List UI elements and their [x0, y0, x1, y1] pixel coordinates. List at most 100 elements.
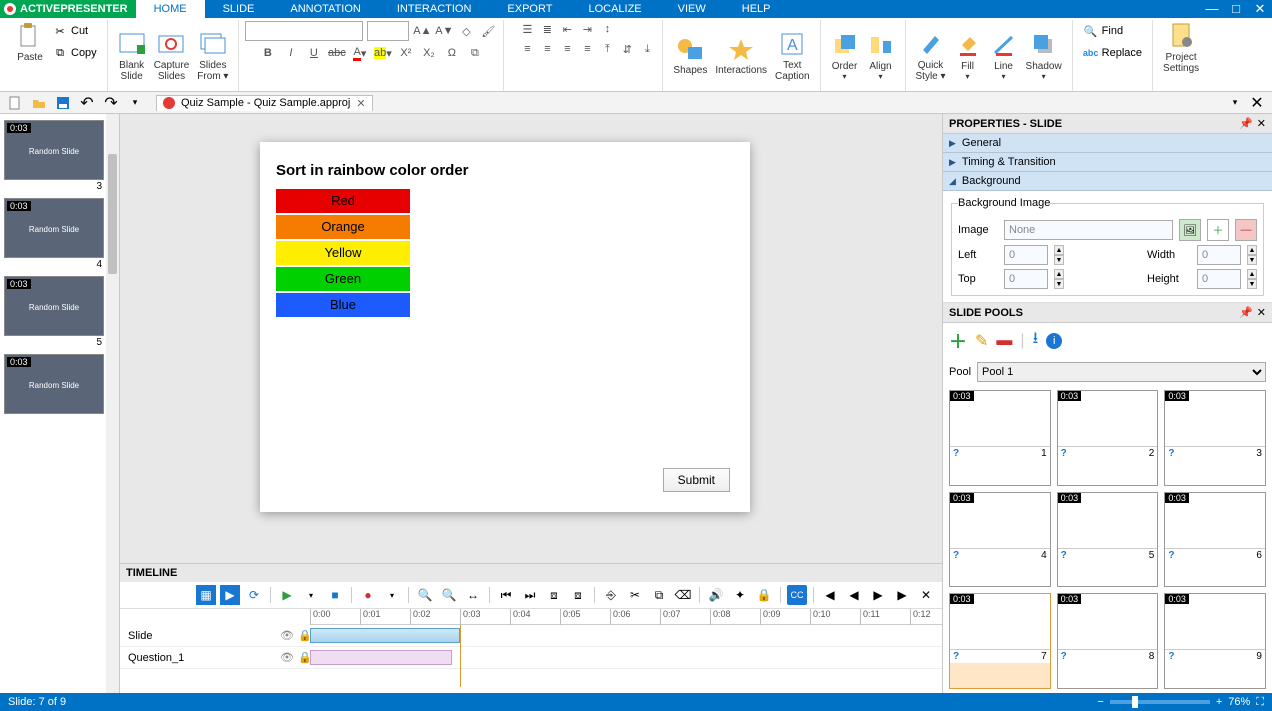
zoom-slider[interactable] — [1110, 700, 1210, 704]
section-background[interactable]: ◢Background — [943, 172, 1272, 191]
maximize-icon[interactable]: □ — [1224, 1, 1248, 17]
tl-next-icon[interactable]: ⏭ — [520, 585, 540, 605]
menu-tab-interaction[interactable]: INTERACTION — [379, 0, 490, 18]
close-icon[interactable]: ✕ — [1248, 1, 1272, 17]
slide-thumbnail[interactable]: 0:03Random Slide3 — [4, 120, 104, 192]
align-center-button[interactable]: ≡ — [538, 40, 556, 58]
left-spinner[interactable]: ▲▼ — [1054, 245, 1064, 265]
strike-button[interactable]: abc — [327, 44, 347, 62]
highlight-button[interactable]: ab▾ — [373, 44, 393, 62]
left-input[interactable] — [1004, 245, 1048, 265]
tl-last-icon[interactable]: ▶ — [892, 585, 912, 605]
slides-scrollbar[interactable] — [106, 114, 119, 693]
format-painter-icon[interactable]: 🖌 — [479, 22, 497, 40]
top-spinner[interactable]: ▲▼ — [1054, 269, 1064, 289]
qat-dropdown-icon[interactable]: ▾ — [126, 94, 144, 112]
tl-vol-icon[interactable]: 🔊 — [706, 585, 726, 605]
align-right-button[interactable]: ≡ — [558, 40, 576, 58]
tl-lock-icon[interactable]: 🔒 — [754, 585, 774, 605]
pool-edit-icon[interactable]: ✎ — [975, 331, 988, 351]
slide-thumbnail[interactable]: 0:03Random Slide — [4, 354, 104, 415]
tl-cc-icon[interactable]: CC — [787, 585, 807, 605]
paste-button[interactable]: Paste — [12, 20, 48, 65]
slide-thumbnail[interactable]: 0:03Random Slide4 — [4, 198, 104, 270]
pool-slide-thumbnail[interactable]: 0:03?5 — [1057, 492, 1159, 588]
doc-tab-close-icon[interactable]: ✕ — [356, 97, 365, 110]
zoom-in-button[interactable]: + — [1216, 696, 1222, 708]
slide-thumbnail[interactable]: 0:03Random Slide5 — [4, 276, 104, 348]
tl-record-dd-icon[interactable]: ▾ — [382, 585, 402, 605]
pool-slide-thumbnail[interactable]: 0:03?4 — [949, 492, 1051, 588]
tl-first-icon[interactable]: ◀ — [820, 585, 840, 605]
zoom-fit-icon[interactable]: ⛶ — [1256, 696, 1264, 709]
tl-marker2-icon[interactable]: ⧈ — [568, 585, 588, 605]
width-input[interactable] — [1197, 245, 1241, 265]
align-left-button[interactable]: ≡ — [518, 40, 536, 58]
tl-view2-icon[interactable]: ▶ — [220, 585, 240, 605]
properties-pin-icon[interactable]: 📌 — [1239, 117, 1253, 130]
shapes-button[interactable]: Shapes — [669, 33, 711, 78]
pool-slide-thumbnail[interactable]: 0:03?7 — [949, 593, 1051, 689]
order-button[interactable]: Order▾ — [827, 29, 863, 83]
redo-icon[interactable]: ↷ — [102, 94, 120, 112]
copy-button[interactable]: ⧉Copy — [48, 42, 101, 64]
tl-cut-icon[interactable]: ✂ — [625, 585, 645, 605]
pool-slide-thumbnail[interactable]: 0:03?1 — [949, 390, 1051, 486]
bullets-button[interactable]: ☰ — [518, 20, 536, 38]
sortable-item[interactable]: Orange — [276, 215, 410, 239]
quick-style-button[interactable]: Quick Style ▾ — [912, 28, 950, 84]
panel-close-icon[interactable]: ✕ — [1248, 94, 1266, 112]
pool-delete-icon[interactable]: ▬ — [996, 332, 1012, 350]
panel-collapse-icon[interactable]: ▾ — [1226, 94, 1244, 112]
pool-slide-thumbnail[interactable]: 0:03?6 — [1164, 492, 1266, 588]
superscript-button[interactable]: X² — [396, 44, 416, 62]
menu-tab-export[interactable]: EXPORT — [489, 0, 570, 18]
height-spinner[interactable]: ▲▼ — [1247, 269, 1257, 289]
justify-button[interactable]: ≡ — [578, 40, 596, 58]
bold-button[interactable]: B — [258, 44, 278, 62]
properties-close-icon[interactable]: ✕ — [1257, 117, 1266, 130]
sortable-item[interactable]: Green — [276, 267, 410, 291]
cut-button[interactable]: ✂Cut — [48, 20, 101, 42]
submit-button[interactable]: Submit — [663, 468, 730, 492]
pool-slide-thumbnail[interactable]: 0:03?3 — [1164, 390, 1266, 486]
symbol-button[interactable]: Ω — [442, 44, 462, 62]
line-button[interactable]: Line▾ — [986, 29, 1022, 83]
add-image-button[interactable]: ＋ — [1207, 219, 1229, 241]
menu-tab-localize[interactable]: LOCALIZE — [570, 0, 659, 18]
timeline-row-slide[interactable]: Slide 👁🔒 — [120, 625, 942, 647]
document-tab[interactable]: Quiz Sample - Quiz Sample.approj ✕ — [156, 95, 373, 111]
timeline-row-question[interactable]: Question_1 👁🔒 — [120, 647, 942, 669]
tl-view1-icon[interactable]: ▦ — [196, 585, 216, 605]
pool-import-icon[interactable]: ⭳ — [1033, 327, 1039, 354]
tl-fwd-icon[interactable]: ▶ — [868, 585, 888, 605]
menu-tab-home[interactable]: HOME — [136, 0, 205, 18]
shrink-font-icon[interactable]: A▼ — [435, 22, 453, 40]
save-file-icon[interactable] — [54, 94, 72, 112]
blank-slide-button[interactable]: Blank Slide — [114, 28, 150, 84]
text-caption-button[interactable]: AText Caption — [771, 28, 813, 84]
pool-slide-thumbnail[interactable]: 0:03?8 — [1057, 593, 1159, 689]
project-settings-button[interactable]: Project Settings — [1159, 20, 1203, 76]
menu-tab-annotation[interactable]: ANNOTATION — [272, 0, 378, 18]
tl-prev-icon[interactable]: ⏮ — [496, 585, 516, 605]
pick-image-button[interactable]: 🖼 — [1179, 219, 1201, 241]
tl-copy-icon[interactable]: ⧉ — [649, 585, 669, 605]
tl-view3-icon[interactable]: ⟳ — [244, 585, 264, 605]
pool-info-icon[interactable]: i — [1046, 333, 1062, 349]
minimize-icon[interactable]: — — [1200, 1, 1224, 17]
sortable-item[interactable]: Blue — [276, 293, 410, 317]
clear-format-icon[interactable]: ◇ — [457, 22, 475, 40]
sortable-item[interactable]: Yellow — [276, 241, 410, 265]
section-timing[interactable]: ▶Timing & Transition — [943, 153, 1272, 172]
tl-record-icon[interactable]: ● — [358, 585, 378, 605]
sortable-item[interactable]: Red — [276, 189, 410, 213]
pool-slide-thumbnail[interactable]: 0:03?9 — [1164, 593, 1266, 689]
timeline-ruler[interactable]: 0:000:010:020:030:040:050:060:070:080:09… — [310, 609, 942, 625]
menu-tab-view[interactable]: VIEW — [660, 0, 724, 18]
tl-close-icon[interactable]: ✕ — [916, 585, 936, 605]
line-spacing-button[interactable]: ↕ — [598, 20, 616, 38]
slides-from-button[interactable]: Slides From ▾ — [193, 28, 232, 84]
tl-fx-icon[interactable]: ✦ — [730, 585, 750, 605]
find-button[interactable]: 🔍Find — [1079, 20, 1146, 42]
